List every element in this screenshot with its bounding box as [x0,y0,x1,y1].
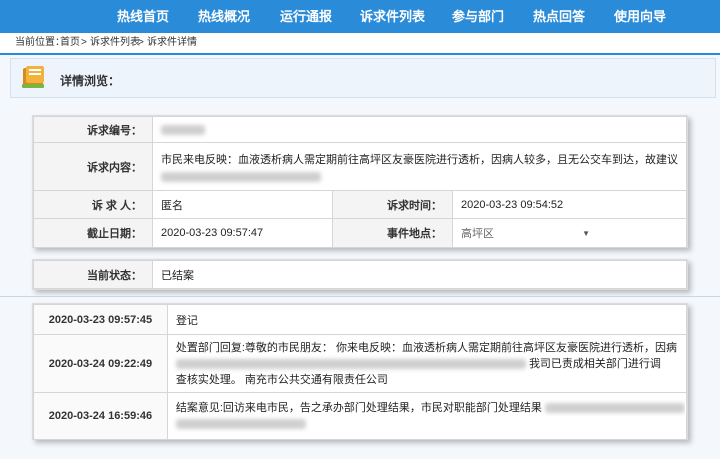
timeline-time: 2020-03-24 16:59:46 [33,392,168,440]
nav-report[interactable]: 运行通报 [280,0,332,33]
nav-overview[interactable]: 热线概况 [198,0,250,33]
breadcrumb-list-link[interactable]: 诉求件列表 [90,33,140,53]
nav-departments[interactable]: 参与部门 [452,0,504,33]
breadcrumb-prefix: 当前位置： [15,37,65,48]
detail-title: 详情浏览： [60,74,121,88]
breadcrumb-separator: > [81,37,87,48]
timeline-entry: 处置部门回复:尊敬的市民朋友： 你来电反映：血液透析病人需定期前往高坪区友豪医院… [166,334,688,393]
location-value: 高坪区 [461,228,494,240]
timeline-time: 2020-03-24 09:22:49 [33,334,168,393]
location-select[interactable]: 高坪区 ▼ [452,218,687,248]
status-value: 已结案 [152,260,687,289]
timeline-text: 结案意见:回访来电市民，告之承办部门处理结果，市民对职能部门处理结果 [175,402,542,414]
timeline-text: 查核实处理。 南充市公共交通有限责任公司 [175,373,388,386]
breadcrumb-separator: > [138,37,144,48]
deadline-value: 2020-03-23 09:57:47 [152,218,333,248]
content-text: 市民来电反映：血液透析病人需定期前往高坪区友豪医院进行透析，因病人较多，且无公交… [161,153,678,166]
person-label: 诉 求 人： [33,190,153,219]
status-panel: 当前状态： 已结案 [32,259,688,290]
status-label: 当前状态： [33,260,153,289]
nav-guide[interactable]: 使用向导 [614,0,666,33]
content-label: 诉求内容： [33,142,153,191]
section-divider [0,296,720,297]
breadcrumb-home-link[interactable]: 首页 [60,33,80,53]
info-panel: 诉求编号： 诉求内容： 市民来电反映：血液透析病人需定期前往高坪区友豪医院进行透… [32,115,688,248]
book-icon [22,66,44,88]
content-value: 市民来电反映：血液透析病人需定期前往高坪区友豪医院进行透析，因病人较多，且无公交… [152,142,687,191]
timeline-entry: 结案意见:回访来电市民，告之承办部门处理结果，市民对职能部门处理结果 [166,392,688,440]
request-time-value: 2020-03-23 09:54:52 [452,190,687,219]
request-time-label: 诉求时间： [332,190,453,219]
timeline-text: 登记 [166,304,688,335]
request-id-value [152,116,687,143]
timeline-text: 处置部门回复:尊敬的市民朋友： 你来电反映：血液透析病人需定期前往高坪区友豪医院… [175,341,677,354]
deadline-label: 截止日期： [33,218,153,248]
request-id-label: 诉求编号： [33,116,153,143]
timeline-text: 我司已责成相关部门进行调 [528,357,661,370]
timeline-panel: 2020-03-23 09:57:45 登记 2020-03-24 09:22:… [32,303,688,440]
person-value: 匿名 [152,190,333,219]
top-nav: 热线首页 热线概况 运行通报 诉求件列表 参与部门 热点回答 使用向导 [0,0,720,33]
timeline-time: 2020-03-23 09:57:45 [33,304,168,335]
chevron-down-icon: ▼ [582,229,590,238]
breadcrumb-current: 诉求件详情 [147,37,197,48]
nav-request-list[interactable]: 诉求件列表 [360,0,425,33]
breadcrumb: 当前位置： 首页 > 诉求件列表 > 诉求件详情 [0,33,720,55]
nav-home[interactable]: 热线首页 [117,0,169,33]
location-label: 事件地点： [332,218,453,248]
nav-hot-answers[interactable]: 热点回答 [533,0,585,33]
